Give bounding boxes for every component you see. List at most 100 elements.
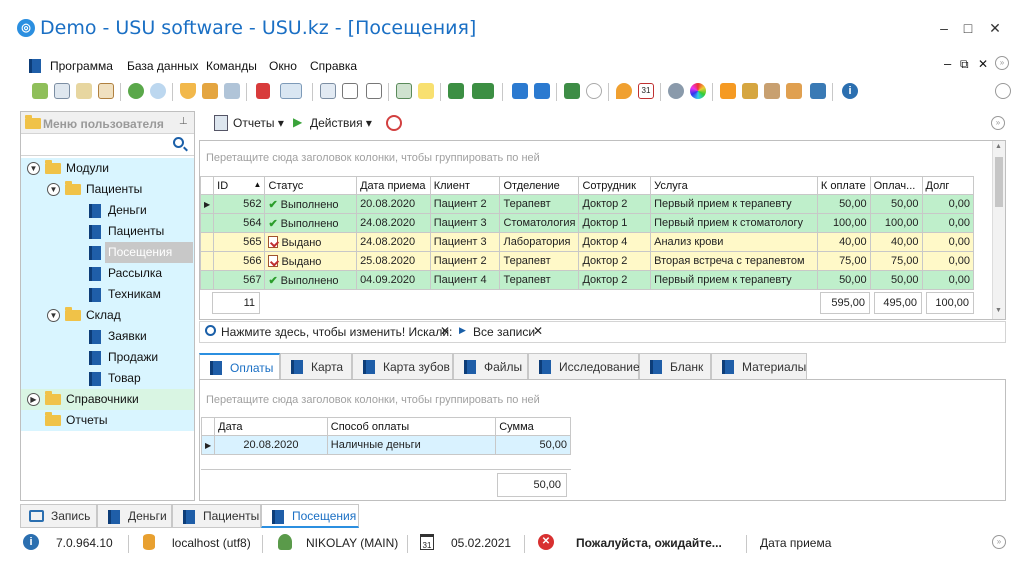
expand-all-icon[interactable] bbox=[366, 83, 382, 99]
table-row[interactable]: 567 ✔ Выполнено 04.09.2020 Пациент 4 Терапе… bbox=[199, 270, 974, 290]
tab-appointment[interactable]: Запись bbox=[20, 504, 97, 528]
expand-icon[interactable]: » bbox=[995, 56, 1009, 70]
tab-files[interactable]: Файлы bbox=[453, 353, 528, 379]
col-staff[interactable]: Сотрудник bbox=[578, 176, 652, 195]
menu-database[interactable]: База данных bbox=[127, 59, 198, 73]
mdi-close-button[interactable]: ✕ bbox=[978, 57, 988, 71]
pin-icon[interactable] bbox=[616, 83, 632, 99]
menu-help[interactable]: Справка bbox=[310, 59, 357, 73]
reports-dropdown[interactable]: Отчеты ▾ bbox=[233, 116, 284, 130]
image-icon[interactable] bbox=[280, 83, 302, 99]
tree-item-modules[interactable]: ▼ Модули bbox=[21, 158, 194, 179]
refresh-icon[interactable] bbox=[128, 83, 144, 99]
menu-window[interactable]: Окно bbox=[269, 59, 297, 73]
col-date[interactable]: Дата приема bbox=[356, 176, 431, 195]
close-button[interactable]: ✕ bbox=[985, 20, 1005, 36]
table-row[interactable]: ▶ 562 ✔ Выполнено 20.08.2020 Пациент 2 Терап… bbox=[199, 194, 974, 214]
filter-cup-icon[interactable] bbox=[202, 83, 218, 99]
tree-item-mailing[interactable]: Рассылка bbox=[21, 263, 194, 284]
clear-filter-icon[interactable]: ✕ bbox=[440, 324, 450, 338]
tree-item-warehouse[interactable]: ▼ Склад bbox=[21, 305, 194, 326]
mdi-minimize-button[interactable]: – bbox=[944, 56, 951, 71]
calendar-icon[interactable]: 31 bbox=[638, 83, 654, 99]
tree-item-requests[interactable]: Заявки bbox=[21, 326, 194, 347]
tree-item-patients[interactable]: Пациенты bbox=[21, 221, 194, 242]
col-client[interactable]: Клиент bbox=[429, 176, 501, 195]
tool-icon[interactable] bbox=[810, 83, 826, 99]
collapse-icon[interactable] bbox=[342, 83, 358, 99]
tab-materials[interactable]: Материалы bbox=[711, 353, 807, 379]
collapse-icon[interactable]: ▼ bbox=[27, 162, 40, 175]
expand-icon[interactable]: » bbox=[991, 116, 1005, 130]
minimize-button[interactable]: – bbox=[934, 20, 954, 36]
tab-visits[interactable]: Посещения bbox=[261, 504, 359, 528]
note-icon[interactable] bbox=[418, 83, 434, 99]
tree-item-money[interactable]: Деньги bbox=[21, 200, 194, 221]
menu-program[interactable]: Программа bbox=[50, 59, 113, 73]
col-debt[interactable]: Долг bbox=[921, 176, 974, 195]
lock-icon[interactable] bbox=[742, 83, 758, 99]
filter-icon[interactable] bbox=[180, 83, 196, 99]
new-window-icon[interactable] bbox=[512, 83, 528, 99]
add-icon[interactable] bbox=[32, 83, 48, 99]
col-pay-method[interactable]: Способ оплаты bbox=[326, 417, 497, 436]
tree-item-directories[interactable]: ▶ Справочники bbox=[21, 389, 194, 410]
menu-commands[interactable]: Команды bbox=[206, 59, 257, 73]
col-department[interactable]: Отделение bbox=[499, 176, 580, 195]
filter-bar[interactable]: Нажмите здесь, чтобы изменить! Искали: ✕… bbox=[199, 321, 1006, 343]
tree-item-technicians[interactable]: Техникам bbox=[21, 284, 194, 305]
filter-value[interactable]: Все записи bbox=[473, 325, 535, 339]
edit-icon[interactable] bbox=[76, 83, 92, 99]
search-icon[interactable] bbox=[150, 83, 166, 99]
tab-patients[interactable]: Пациенты bbox=[172, 504, 261, 528]
user-key-icon[interactable] bbox=[764, 83, 780, 99]
col-status[interactable]: Статус bbox=[264, 176, 358, 195]
tree-item-sales[interactable]: Продажи bbox=[21, 347, 194, 368]
app-menu-icon[interactable] bbox=[29, 59, 41, 73]
tab-research[interactable]: Исследование bbox=[528, 353, 640, 379]
expand-icon[interactable]: » bbox=[992, 535, 1006, 549]
table-row[interactable]: 564 ✔ Выполнено 24.08.2020 Пациент 3 Стомат… bbox=[199, 213, 974, 233]
col-service[interactable]: Услуга bbox=[650, 176, 818, 195]
col-id[interactable]: ID ▲ bbox=[213, 176, 266, 195]
exit-icon[interactable] bbox=[564, 83, 580, 99]
tree-item-patients-folder[interactable]: ▼ Пациенты bbox=[21, 179, 194, 200]
filter-clear-icon[interactable] bbox=[224, 83, 240, 99]
tab-dental-chart[interactable]: Карта зубов bbox=[352, 353, 453, 379]
collapse-icon[interactable]: ▼ bbox=[47, 183, 60, 196]
users-icon[interactable] bbox=[786, 83, 802, 99]
search-icon[interactable] bbox=[173, 137, 184, 148]
tab-money[interactable]: Деньги bbox=[97, 504, 172, 528]
col-pay-sum[interactable]: Сумма bbox=[495, 417, 571, 436]
copy-icon[interactable] bbox=[54, 83, 70, 99]
flag-icon[interactable] bbox=[256, 83, 270, 99]
add-row-icon[interactable] bbox=[396, 83, 412, 99]
color-icon[interactable] bbox=[690, 83, 706, 99]
columns-icon[interactable] bbox=[320, 83, 336, 99]
collapse-icon[interactable]: ▼ bbox=[47, 309, 60, 322]
excel-icon[interactable] bbox=[448, 83, 464, 99]
clear-value-icon[interactable]: ✕ bbox=[533, 324, 543, 338]
tree-item-visits[interactable]: Посещения bbox=[21, 242, 194, 263]
expand-icon[interactable]: ▶ bbox=[27, 393, 40, 406]
tab-form[interactable]: Бланк bbox=[639, 353, 711, 379]
mdi-restore-button[interactable]: ⧉ bbox=[960, 57, 969, 72]
stop-icon[interactable] bbox=[386, 115, 402, 131]
col-pay-date[interactable]: Дата bbox=[214, 417, 328, 436]
col-paid[interactable]: Оплач... bbox=[869, 176, 923, 195]
table-row[interactable]: ▶ 20.08.2020 Наличные деньги 50,00 bbox=[200, 435, 571, 455]
tab-card[interactable]: Карта bbox=[280, 353, 352, 379]
table-row[interactable]: 565 Выдано 24.08.2020 Пациент 3 Лаборатори… bbox=[199, 232, 974, 252]
info-icon[interactable]: i bbox=[842, 83, 858, 99]
window-icon[interactable] bbox=[534, 83, 550, 99]
rss-icon[interactable] bbox=[720, 83, 736, 99]
actions-dropdown[interactable]: Действия ▾ bbox=[310, 116, 372, 130]
table-row[interactable]: 566 Выдано 25.08.2020 Пациент 2 Терапевт До… bbox=[199, 251, 974, 271]
filter-hint[interactable]: Нажмите здесь, чтобы изменить! Искали: bbox=[221, 325, 452, 339]
scrollbar-thumb[interactable] bbox=[995, 157, 1003, 207]
scrollbar[interactable]: ▲ ▼ bbox=[992, 141, 1005, 319]
export-icon[interactable] bbox=[472, 83, 494, 99]
delete-icon[interactable] bbox=[98, 83, 114, 99]
tree-item-reports[interactable]: Отчеты bbox=[21, 410, 194, 431]
toolbar-expand-icon[interactable] bbox=[995, 83, 1011, 99]
